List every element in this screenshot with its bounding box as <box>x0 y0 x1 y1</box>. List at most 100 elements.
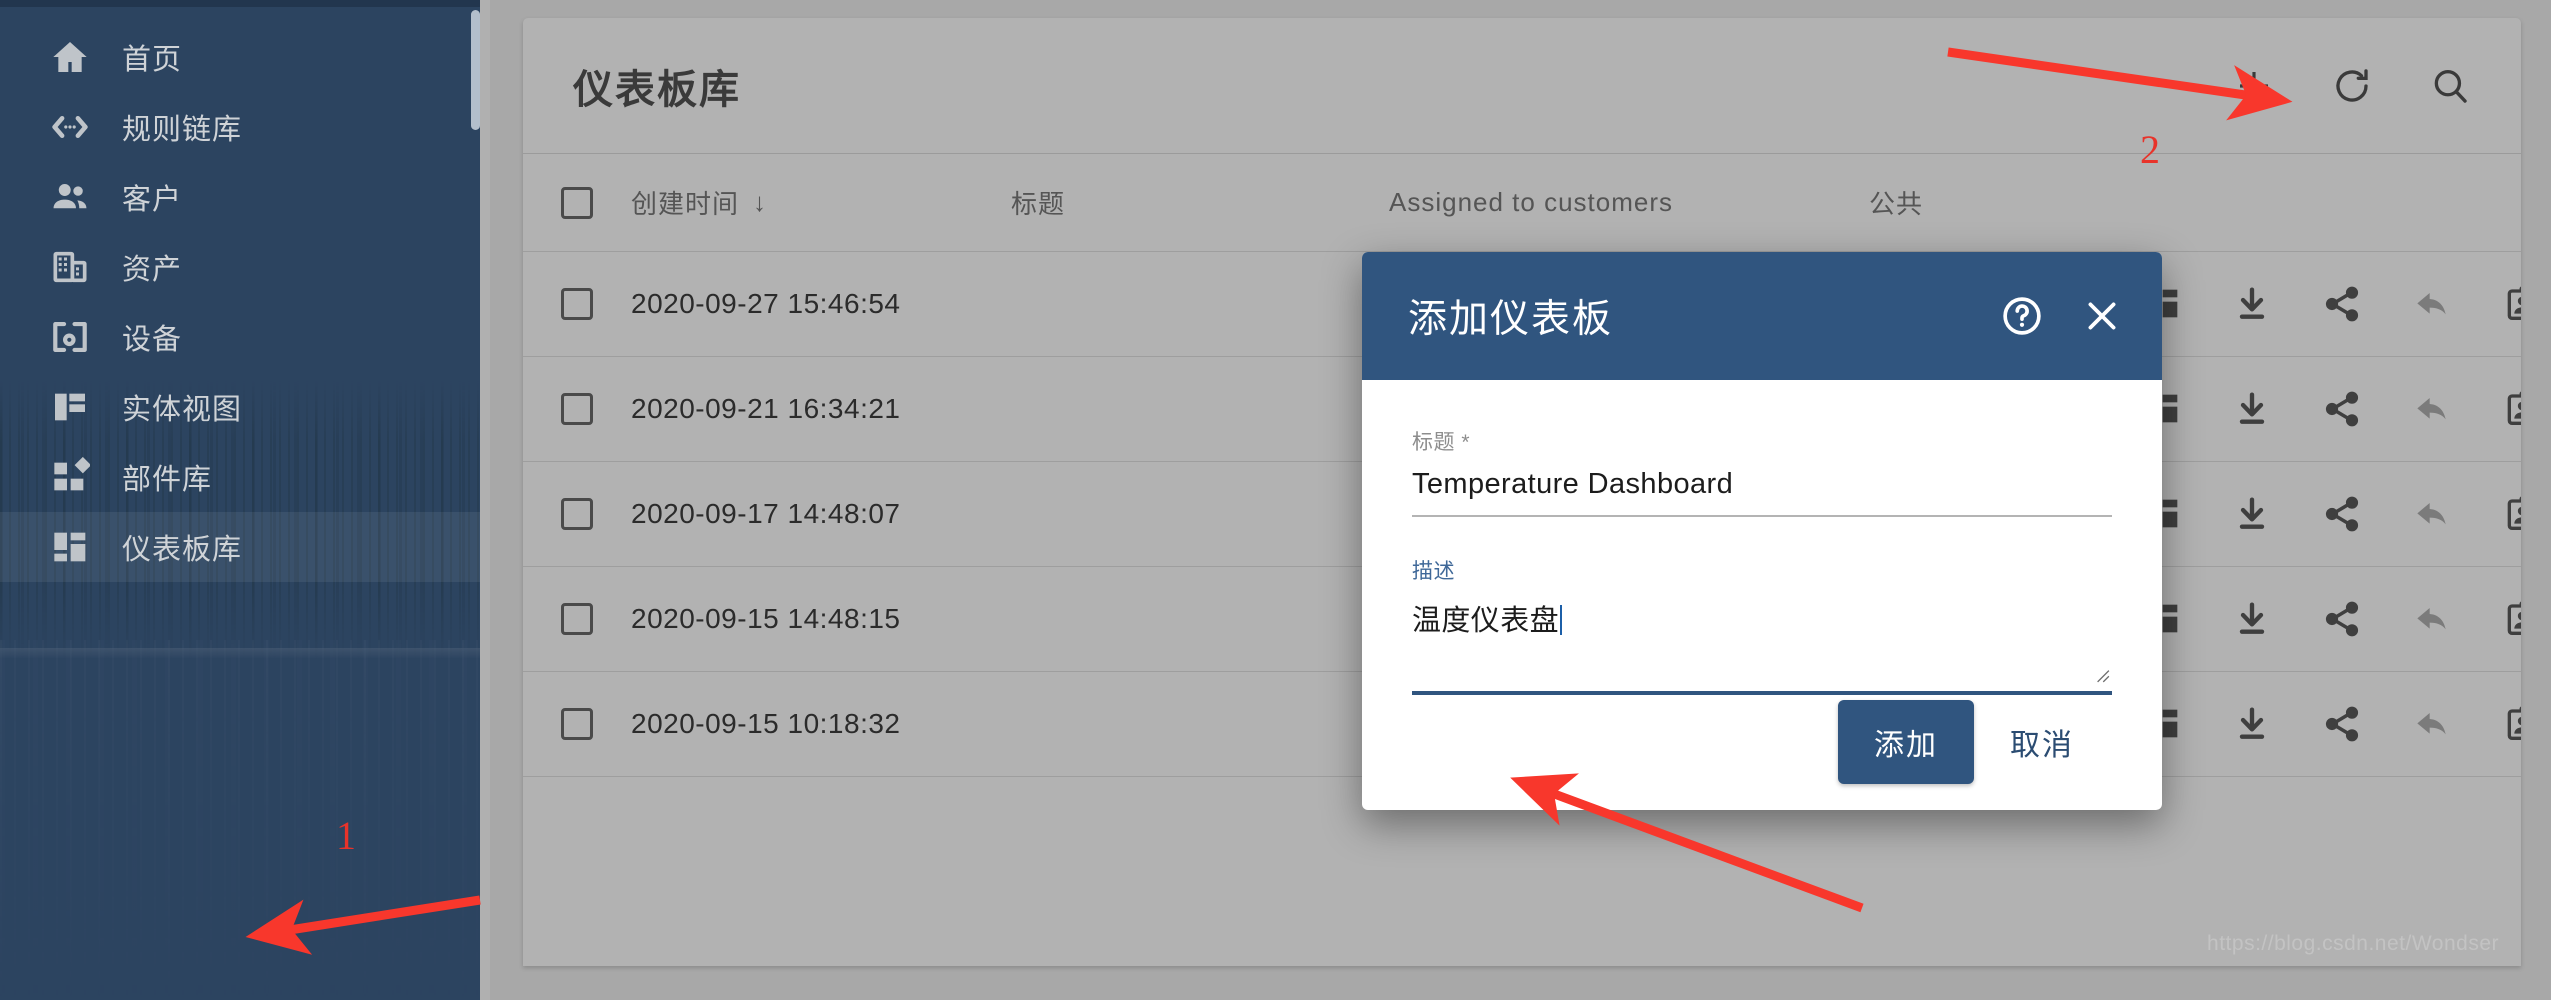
rule-chain-icon <box>48 105 92 149</box>
text-caret <box>1560 605 1563 635</box>
close-icon[interactable] <box>2076 290 2128 342</box>
sidebar-item-label: 部件库 <box>122 464 213 496</box>
dialog-title: 添加仪表板 <box>1408 298 1614 341</box>
assign-to-customer-icon[interactable] <box>2499 491 2521 537</box>
column-header-label: Assigned to customers <box>1389 187 1674 217</box>
column-header-title[interactable]: 标题 <box>1011 184 1389 221</box>
sidebar-item-widgets[interactable]: 部件库 <box>0 442 480 512</box>
assign-to-customer-icon[interactable] <box>2499 596 2521 642</box>
column-header-label: 创建时间 <box>631 189 740 219</box>
title-field-group: 标题 * Temperature Dashboard <box>1412 426 2112 517</box>
download-icon[interactable] <box>2229 701 2275 747</box>
unassign-icon[interactable] <box>2409 701 2455 747</box>
select-all-cell <box>523 186 631 219</box>
toolbar: 仪表板库 <box>523 18 2521 154</box>
dashboards-icon <box>48 525 92 569</box>
page-title: 仪表板库 <box>573 67 741 112</box>
sidebar-item-devices[interactable]: 设备 <box>0 302 480 372</box>
dialog-footer: 添加 取消 <box>1362 674 2162 810</box>
sidebar-item-customers[interactable]: 客户 <box>0 162 480 232</box>
assign-to-customer-icon[interactable] <box>2499 281 2521 327</box>
share-icon[interactable] <box>2319 386 2365 432</box>
devices-icon <box>48 315 92 359</box>
sidebar-item-entity-views[interactable]: 实体视图 <box>0 372 480 442</box>
help-icon[interactable] <box>1996 290 2048 342</box>
unassign-icon[interactable] <box>2409 491 2455 537</box>
sidebar-item-label: 设备 <box>122 324 183 356</box>
toolbar-actions <box>2229 61 2475 111</box>
column-header-created-time[interactable]: 创建时间 ↓ <box>631 184 1011 221</box>
table-header-row: 创建时间 ↓ 标题 Assigned to customers 公共 <box>523 154 2521 252</box>
cell-actions <box>2139 491 2521 537</box>
cell-actions <box>2139 701 2521 747</box>
cancel-button[interactable]: 取消 <box>1984 700 2100 784</box>
sidebar-menu: 首页 规则链库 客户 资产 设备 实体视图 部件库 仪表板库 <box>0 0 480 582</box>
row-select-cell <box>523 708 631 740</box>
assign-to-customer-icon[interactable] <box>2499 386 2521 432</box>
title-input[interactable]: Temperature Dashboard <box>1412 468 2112 517</box>
download-icon[interactable] <box>2229 491 2275 537</box>
widgets-icon <box>48 455 92 499</box>
column-header-label: 标题 <box>1011 189 1066 219</box>
add-dashboard-button[interactable] <box>2229 61 2279 111</box>
unassign-icon[interactable] <box>2409 596 2455 642</box>
customers-icon <box>48 175 92 219</box>
row-select-cell <box>523 393 631 425</box>
column-header-public[interactable]: 公共 <box>1869 184 2139 221</box>
sidebar-item-home[interactable]: 首页 <box>0 22 480 92</box>
assign-to-customer-icon[interactable] <box>2499 701 2521 747</box>
sidebar-item-assets[interactable]: 资产 <box>0 232 480 302</box>
unassign-icon[interactable] <box>2409 281 2455 327</box>
watermark: https://blog.csdn.net/Wondser <box>2207 932 2499 955</box>
cell-created-time: 2020-09-15 10:18:32 <box>631 708 901 739</box>
row-select-checkbox[interactable] <box>561 708 593 740</box>
entity-view-icon <box>48 385 92 429</box>
cell-created-time: 2020-09-17 14:48:07 <box>631 498 901 529</box>
title-field-label: 标题 * <box>1412 431 1471 454</box>
download-icon[interactable] <box>2229 596 2275 642</box>
row-select-cell <box>523 288 631 320</box>
download-icon[interactable] <box>2229 281 2275 327</box>
search-button[interactable] <box>2425 61 2475 111</box>
unassign-icon[interactable] <box>2409 386 2455 432</box>
download-icon[interactable] <box>2229 386 2275 432</box>
sidebar-item-dashboards[interactable]: 仪表板库 <box>0 512 480 582</box>
select-all-checkbox[interactable] <box>561 186 593 219</box>
sidebar-item-rule-chains[interactable]: 规则链库 <box>0 92 480 162</box>
description-field-label: 描述 <box>1412 560 1455 583</box>
cell-actions <box>2139 596 2521 642</box>
row-select-checkbox[interactable] <box>561 603 593 635</box>
row-select-checkbox[interactable] <box>561 498 593 530</box>
sidebar-item-label: 规则链库 <box>122 114 243 146</box>
row-select-checkbox[interactable] <box>561 393 593 425</box>
column-header-assigned[interactable]: Assigned to customers <box>1389 187 1869 218</box>
refresh-button[interactable] <box>2327 61 2377 111</box>
sidebar-item-label: 首页 <box>122 44 183 76</box>
share-icon[interactable] <box>2319 491 2365 537</box>
annotation-number-2: 2 <box>2140 127 2160 172</box>
sidebar-item-label: 客户 <box>122 184 183 216</box>
home-icon <box>48 35 92 79</box>
share-icon[interactable] <box>2319 281 2365 327</box>
add-dashboard-dialog: 添加仪表板 标题 * Temperature Dashboard 描述 温度仪表… <box>1362 252 2162 810</box>
sort-arrow-icon: ↓ <box>753 187 768 217</box>
cell-created-time: 2020-09-27 15:46:54 <box>631 288 901 319</box>
share-icon[interactable] <box>2319 701 2365 747</box>
dialog-header-actions <box>1996 290 2128 342</box>
share-icon[interactable] <box>2319 596 2365 642</box>
row-select-checkbox[interactable] <box>561 288 593 320</box>
assets-icon <box>48 245 92 289</box>
cell-actions <box>2139 281 2521 327</box>
sidebar-item-label: 仪表板库 <box>122 534 243 566</box>
cell-created-time: 2020-09-15 14:48:15 <box>631 603 901 634</box>
row-select-cell <box>523 603 631 635</box>
dialog-header: 添加仪表板 <box>1362 252 2162 380</box>
cell-actions <box>2139 386 2521 432</box>
main-content: 仪表板库 创建时间 ↓ 标题 Assigned to customers 公共 … <box>490 0 2551 1000</box>
description-value: 温度仪表盘 <box>1412 605 1560 637</box>
app-root: 首页 规则链库 客户 资产 设备 实体视图 部件库 仪表板库 仪表板库 创建时间… <box>0 0 2551 1000</box>
column-header-label: 公共 <box>1869 189 1924 219</box>
submit-button[interactable]: 添加 <box>1838 700 1974 784</box>
sidebar: 首页 规则链库 客户 资产 设备 实体视图 部件库 仪表板库 <box>0 0 480 1000</box>
cell-created-time: 2020-09-21 16:34:21 <box>631 393 901 424</box>
